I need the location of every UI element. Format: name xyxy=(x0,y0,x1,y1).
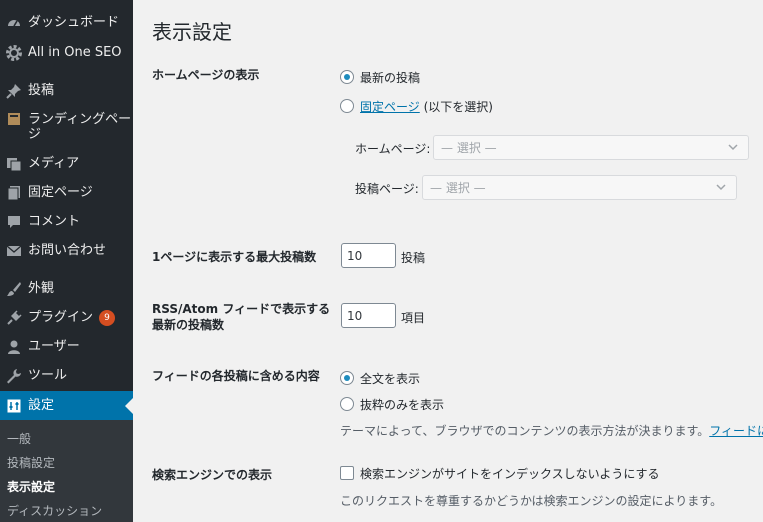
settings-submenu: 一般 投稿設定 表示設定 ディスカッション xyxy=(0,420,133,522)
sidebar-item-landing-pages[interactable]: ランディングペー ジ xyxy=(0,106,133,144)
sidebar-item-users[interactable]: ユーザー xyxy=(0,332,133,361)
chevron-down-icon xyxy=(716,184,726,191)
pin-icon xyxy=(0,83,28,99)
dashboard-icon xyxy=(0,15,28,31)
posts-per-page-label: 1ページに表示する最大投稿数 xyxy=(152,250,317,264)
feed-count-input[interactable]: 10 xyxy=(341,303,396,328)
page-icon xyxy=(0,185,28,201)
radio-static-page-label: 固定ページ (以下を選択) xyxy=(360,100,493,114)
feed-content-description: テーマによって、ブラウザでのコンテンツの表示方法が決まります。フィードに xyxy=(340,422,763,439)
radio-latest-posts-label: 最新の投稿 xyxy=(360,71,421,85)
media-icon xyxy=(0,156,28,172)
radio-latest-posts[interactable] xyxy=(340,70,354,84)
sidebar-item-settings[interactable]: 設定 xyxy=(0,391,133,420)
admin-sidebar: ダッシュボード All in One SEO 投稿 ランディングペー ジ メディ… xyxy=(0,0,133,522)
static-page-link[interactable]: 固定ページ xyxy=(360,100,420,114)
sidebar-item-pages[interactable]: 固定ページ xyxy=(0,178,133,207)
sidebar-item-plugins[interactable]: プラグイン 9 xyxy=(0,303,133,332)
user-icon xyxy=(0,339,28,355)
radio-static-page[interactable] xyxy=(340,99,354,113)
submenu-discussion[interactable]: ディスカッション xyxy=(7,502,102,519)
submenu-general[interactable]: 一般 xyxy=(7,430,31,447)
landing-page-icon xyxy=(0,112,28,126)
feed-content-label: フィードの各投稿に含める内容 xyxy=(152,369,320,383)
brush-icon xyxy=(0,281,28,297)
feed-count-label: RSS/Atom フィードで表示する 最新の投稿数 xyxy=(152,302,331,332)
front-page-select-label: ホームページ: xyxy=(355,142,431,156)
sidebar-item-aioseo[interactable]: All in One SEO xyxy=(0,38,133,67)
feed-help-link[interactable]: フィードに xyxy=(709,424,763,438)
settings-icon xyxy=(0,399,28,413)
sidebar-item-comments[interactable]: コメント xyxy=(0,207,133,236)
radio-full-text[interactable] xyxy=(340,371,354,385)
page-title: 表示設定 xyxy=(152,20,232,44)
submenu-reading[interactable]: 表示設定 xyxy=(7,478,55,495)
sidebar-item-posts[interactable]: 投稿 xyxy=(0,76,133,105)
main-content: 表示設定 ホームページの表示 最新の投稿 固定ページ (以下を選択) ホームペー… xyxy=(133,0,763,522)
comment-icon xyxy=(0,214,28,230)
sidebar-item-dashboard[interactable]: ダッシュボード xyxy=(0,8,133,37)
chevron-down-icon xyxy=(728,144,738,151)
posts-page-select[interactable]: — 選択 — xyxy=(422,175,737,200)
sidebar-item-appearance[interactable]: 外観 xyxy=(0,274,133,303)
posts-per-page-unit: 投稿 xyxy=(401,251,426,265)
sidebar-item-media[interactable]: メディア xyxy=(0,149,133,178)
sidebar-item-contact[interactable]: お問い合わせ xyxy=(0,236,133,265)
feed-count-unit: 項目 xyxy=(401,311,426,325)
discourage-search-checkbox-label: 検索エンジンがサイトをインデックスしないようにする xyxy=(360,467,660,481)
front-page-select[interactable]: — 選択 — xyxy=(433,135,749,160)
wrench-icon xyxy=(0,368,28,384)
plugin-icon xyxy=(0,309,28,326)
radio-summary[interactable] xyxy=(340,397,354,411)
plugin-update-badge: 9 xyxy=(99,309,116,326)
sidebar-item-tools[interactable]: ツール xyxy=(0,361,133,390)
homepage-display-label: ホームページの表示 xyxy=(152,68,260,82)
radio-summary-label: 抜粋のみを表示 xyxy=(360,398,445,412)
search-visibility-label: 検索エンジンでの表示 xyxy=(152,468,273,482)
radio-full-text-label: 全文を表示 xyxy=(360,372,421,386)
submenu-writing[interactable]: 投稿設定 xyxy=(7,454,55,471)
search-visibility-description: このリクエストを尊重するかどうかは検索エンジンの設定によります。 xyxy=(340,494,723,508)
mail-icon xyxy=(0,245,28,257)
posts-per-page-input[interactable]: 10 xyxy=(341,243,396,268)
gear-icon xyxy=(0,44,28,62)
discourage-search-checkbox[interactable] xyxy=(340,466,354,480)
posts-page-select-label: 投稿ページ: xyxy=(355,182,419,196)
